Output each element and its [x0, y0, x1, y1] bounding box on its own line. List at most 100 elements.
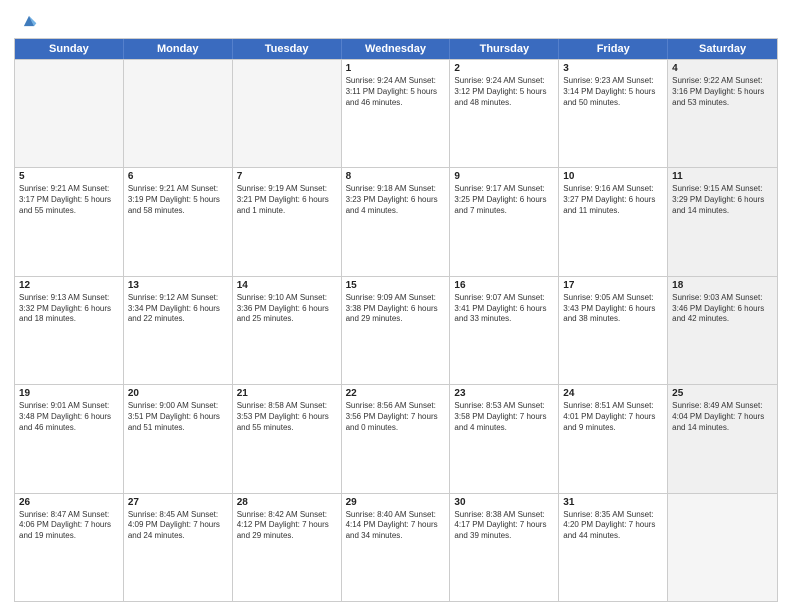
- empty-cell: [668, 494, 777, 601]
- calendar: SundayMondayTuesdayWednesdayThursdayFrid…: [14, 38, 778, 602]
- day-info: Sunrise: 8:53 AM Sunset: 3:58 PM Dayligh…: [454, 401, 554, 433]
- page: SundayMondayTuesdayWednesdayThursdayFrid…: [0, 0, 792, 612]
- day-30: 30 Sunrise: 8:38 AM Sunset: 4:17 PM Dayli…: [450, 494, 559, 601]
- day-info: Sunrise: 8:38 AM Sunset: 4:17 PM Dayligh…: [454, 510, 554, 542]
- day-14: 14Sunrise: 9:10 AM Sunset: 3:36 PM Dayli…: [233, 277, 342, 384]
- calendar-week-3: 12 Sunrise: 9:13 AM Sunset: 3:32 PM Dayli…: [15, 276, 777, 384]
- day-number: 18: [672, 280, 773, 291]
- day-number: 4: [672, 63, 773, 74]
- day-info: Sunrise: 9:12 AM Sunset: 3:34 PM Dayligh…: [128, 293, 228, 325]
- day-13: 13 Sunrise: 9:12 AM Sunset: 3:34 PM Dayli…: [124, 277, 233, 384]
- calendar-header: SundayMondayTuesdayWednesdayThursdayFrid…: [15, 39, 777, 59]
- day-number: 9: [454, 171, 554, 182]
- day-number: 8: [346, 171, 446, 182]
- day-number: 21: [237, 388, 337, 399]
- day-info: Sunrise: 9:24 AM Sunset: 3:11 PM Dayligh…: [346, 76, 446, 108]
- day-number: 24: [563, 388, 663, 399]
- logo: [14, 10, 40, 32]
- day-number: 17: [563, 280, 663, 291]
- day-info: Sunrise: 8:45 AM Sunset: 4:09 PM Dayligh…: [128, 510, 228, 542]
- day-number: 23: [454, 388, 554, 399]
- empty-cell: [124, 60, 233, 167]
- day-28: 28Sunrise: 8:42 AM Sunset: 4:12 PM Dayli…: [233, 494, 342, 601]
- day-number: 5: [19, 171, 119, 182]
- day-info: Sunrise: 8:35 AM Sunset: 4:20 PM Dayligh…: [563, 510, 663, 542]
- day-3: 3 Sunrise: 9:23 AM Sunset: 3:14 PM Daylig…: [559, 60, 668, 167]
- day-6: 6 Sunrise: 9:21 AM Sunset: 3:19 PM Daylig…: [124, 168, 233, 275]
- header-day-monday: Monday: [124, 39, 233, 59]
- day-number: 6: [128, 171, 228, 182]
- day-info: Sunrise: 9:21 AM Sunset: 3:19 PM Dayligh…: [128, 184, 228, 216]
- day-info: Sunrise: 9:09 AM Sunset: 3:38 PM Dayligh…: [346, 293, 446, 325]
- header-day-sunday: Sunday: [15, 39, 124, 59]
- day-2: 2 Sunrise: 9:24 AM Sunset: 3:12 PM Daylig…: [450, 60, 559, 167]
- day-info: Sunrise: 8:40 AM Sunset: 4:14 PM Dayligh…: [346, 510, 446, 542]
- header-day-saturday: Saturday: [668, 39, 777, 59]
- day-info: Sunrise: 8:58 AM Sunset: 3:53 PM Dayligh…: [237, 401, 337, 433]
- header-day-thursday: Thursday: [450, 39, 559, 59]
- day-31: 31 Sunrise: 8:35 AM Sunset: 4:20 PM Dayli…: [559, 494, 668, 601]
- day-info: Sunrise: 9:07 AM Sunset: 3:41 PM Dayligh…: [454, 293, 554, 325]
- day-info: Sunrise: 9:19 AM Sunset: 3:21 PM Dayligh…: [237, 184, 337, 216]
- day-info: Sunrise: 9:21 AM Sunset: 3:17 PM Dayligh…: [19, 184, 119, 216]
- day-4: 4 Sunrise: 9:22 AM Sunset: 3:16 PM Daylig…: [668, 60, 777, 167]
- day-26: 26 Sunrise: 8:47 AM Sunset: 4:06 PM Dayli…: [15, 494, 124, 601]
- day-15: 15 Sunrise: 9:09 AM Sunset: 3:38 PM Dayli…: [342, 277, 451, 384]
- day-info: Sunrise: 9:10 AM Sunset: 3:36 PM Dayligh…: [237, 293, 337, 325]
- day-number: 27: [128, 497, 228, 508]
- day-number: 11: [672, 171, 773, 182]
- day-7: 7 Sunrise: 9:19 AM Sunset: 3:21 PM Daylig…: [233, 168, 342, 275]
- day-16: 16 Sunrise: 9:07 AM Sunset: 3:41 PM Dayli…: [450, 277, 559, 384]
- calendar-week-5: 26 Sunrise: 8:47 AM Sunset: 4:06 PM Dayli…: [15, 493, 777, 601]
- calendar-week-1: 1 Sunrise: 9:24 AM Sunset: 3:11 PM Daylig…: [15, 59, 777, 167]
- day-number: 13: [128, 280, 228, 291]
- day-24: 24 Sunrise: 8:51 AM Sunset: 4:01 PM Dayli…: [559, 385, 668, 492]
- day-info: Sunrise: 9:23 AM Sunset: 3:14 PM Dayligh…: [563, 76, 663, 108]
- day-number: 30: [454, 497, 554, 508]
- day-info: Sunrise: 9:17 AM Sunset: 3:25 PM Dayligh…: [454, 184, 554, 216]
- empty-cell: [15, 60, 124, 167]
- calendar-body: 1 Sunrise: 9:24 AM Sunset: 3:11 PM Daylig…: [15, 59, 777, 601]
- day-number: 3: [563, 63, 663, 74]
- day-number: 16: [454, 280, 554, 291]
- day-number: 31: [563, 497, 663, 508]
- day-18: 18 Sunrise: 9:03 AM Sunset: 3:46 PM Dayli…: [668, 277, 777, 384]
- day-11: 11 Sunrise: 9:15 AM Sunset: 3:29 PM Dayli…: [668, 168, 777, 275]
- header: [14, 10, 778, 32]
- day-10: 10 Sunrise: 9:16 AM Sunset: 3:27 PM Dayli…: [559, 168, 668, 275]
- day-1: 1 Sunrise: 9:24 AM Sunset: 3:11 PM Daylig…: [342, 60, 451, 167]
- day-number: 15: [346, 280, 446, 291]
- day-info: Sunrise: 9:15 AM Sunset: 3:29 PM Dayligh…: [672, 184, 773, 216]
- day-info: Sunrise: 9:00 AM Sunset: 3:51 PM Dayligh…: [128, 401, 228, 433]
- day-9: 9 Sunrise: 9:17 AM Sunset: 3:25 PM Daylig…: [450, 168, 559, 275]
- header-day-wednesday: Wednesday: [342, 39, 451, 59]
- day-number: 29: [346, 497, 446, 508]
- calendar-week-2: 5 Sunrise: 9:21 AM Sunset: 3:17 PM Daylig…: [15, 167, 777, 275]
- day-number: 22: [346, 388, 446, 399]
- day-info: Sunrise: 8:47 AM Sunset: 4:06 PM Dayligh…: [19, 510, 119, 542]
- day-number: 12: [19, 280, 119, 291]
- day-25: 25Sunrise: 8:49 AM Sunset: 4:04 PM Dayli…: [668, 385, 777, 492]
- day-29: 29 Sunrise: 8:40 AM Sunset: 4:14 PM Dayli…: [342, 494, 451, 601]
- logo-icon: [18, 10, 40, 32]
- day-info: Sunrise: 9:16 AM Sunset: 3:27 PM Dayligh…: [563, 184, 663, 216]
- day-5: 5 Sunrise: 9:21 AM Sunset: 3:17 PM Daylig…: [15, 168, 124, 275]
- day-number: 1: [346, 63, 446, 74]
- day-number: 26: [19, 497, 119, 508]
- day-info: Sunrise: 9:24 AM Sunset: 3:12 PM Dayligh…: [454, 76, 554, 108]
- day-info: Sunrise: 9:22 AM Sunset: 3:16 PM Dayligh…: [672, 76, 773, 108]
- day-number: 25: [672, 388, 773, 399]
- day-info: Sunrise: 9:03 AM Sunset: 3:46 PM Dayligh…: [672, 293, 773, 325]
- day-23: 23 Sunrise: 8:53 AM Sunset: 3:58 PM Dayli…: [450, 385, 559, 492]
- day-info: Sunrise: 8:51 AM Sunset: 4:01 PM Dayligh…: [563, 401, 663, 433]
- day-number: 19: [19, 388, 119, 399]
- empty-cell: [233, 60, 342, 167]
- day-number: 10: [563, 171, 663, 182]
- day-20: 20Sunrise: 9:00 AM Sunset: 3:51 PM Dayli…: [124, 385, 233, 492]
- day-number: 2: [454, 63, 554, 74]
- day-info: Sunrise: 9:13 AM Sunset: 3:32 PM Dayligh…: [19, 293, 119, 325]
- calendar-week-4: 19Sunrise: 9:01 AM Sunset: 3:48 PM Dayli…: [15, 384, 777, 492]
- day-22: 22Sunrise: 8:56 AM Sunset: 3:56 PM Dayli…: [342, 385, 451, 492]
- day-8: 8Sunrise: 9:18 AM Sunset: 3:23 PM Daylig…: [342, 168, 451, 275]
- day-number: 7: [237, 171, 337, 182]
